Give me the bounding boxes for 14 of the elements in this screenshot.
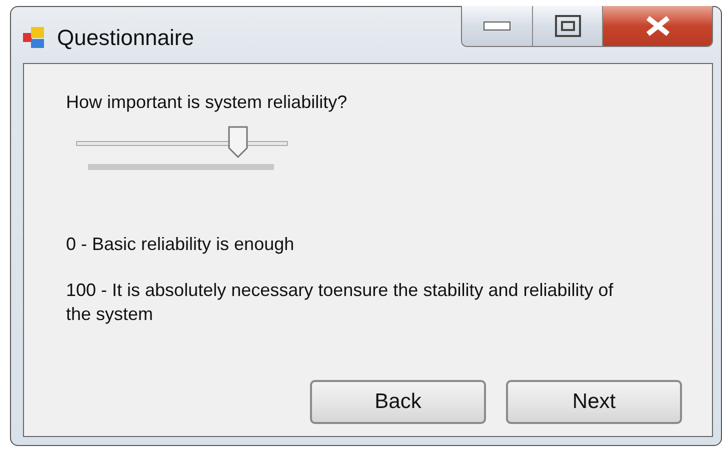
close-button[interactable] — [602, 6, 712, 46]
nav-button[interactable]: Next — [506, 380, 682, 424]
window-title: Questionnaire — [57, 25, 195, 51]
minimize-icon — [483, 21, 511, 31]
slider-thumb[interactable] — [226, 126, 250, 158]
scale-label: 0 - Basic reliability is enough — [66, 234, 294, 254]
question-text: How important is system reliability? — [66, 91, 348, 114]
maximize-icon — [554, 15, 580, 37]
minimize-button[interactable] — [462, 6, 532, 46]
slider-track[interactable] — [76, 128, 288, 158]
maximize-button[interactable] — [532, 6, 602, 46]
nav-button[interactable]: Back — [310, 380, 486, 424]
scale-label: 100 - It is absolutely necessary toensure the stability and reliability of the system — [66, 280, 614, 324]
app-icon — [23, 27, 45, 49]
